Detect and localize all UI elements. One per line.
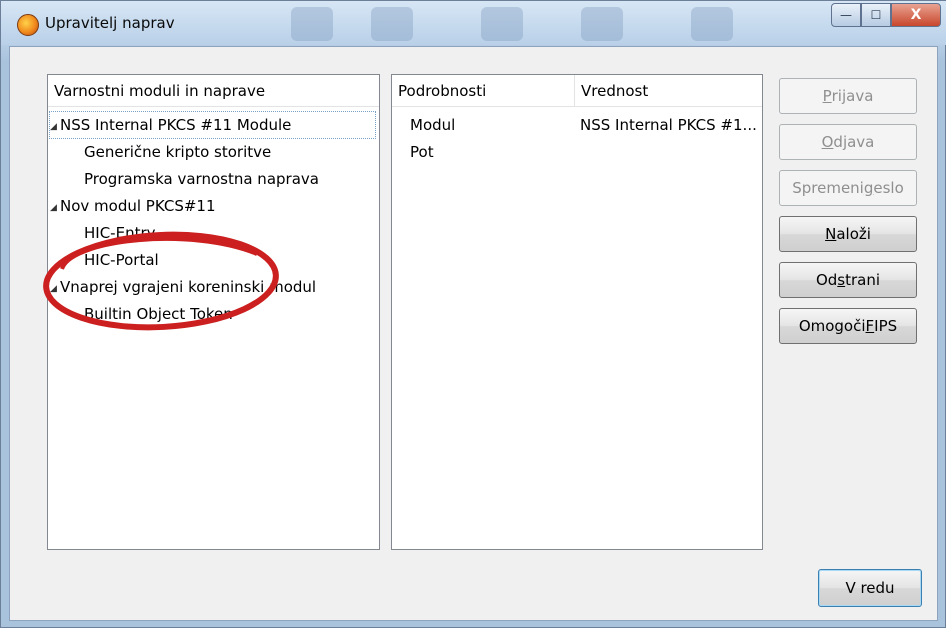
window-controls: — ☐ X — [831, 3, 941, 27]
dialog-client-area: Varnostni moduli in naprave ◢ NSS Interna… — [9, 46, 938, 621]
details-table[interactable]: Podrobnosti Vrednost Modul NSS Internal … — [391, 74, 763, 550]
background-blur — [291, 7, 333, 41]
maximize-icon: ☐ — [870, 8, 882, 22]
background-blur — [581, 7, 623, 41]
details-column-header[interactable]: Podrobnosti — [392, 75, 574, 107]
detail-key: Modul — [410, 116, 456, 134]
tree-item-new-pkcs11-module[interactable]: ◢ Nov modul PKCS#11 — [50, 193, 216, 219]
minimize-button[interactable]: — — [831, 3, 861, 27]
expand-triangle-icon[interactable]: ◢ — [50, 195, 60, 221]
background-blur — [481, 7, 523, 41]
change-password-button[interactable]: Spremeni g eslo — [779, 170, 917, 206]
detail-value: NSS Internal PKCS #1... — [580, 116, 757, 134]
tree-item-nss-internal[interactable]: ◢ NSS Internal PKCS #11 Module — [49, 111, 376, 140]
close-button[interactable]: X — [891, 3, 941, 27]
red-annotation-ellipse — [42, 229, 292, 343]
window-title: Upravitelj naprav — [45, 14, 175, 32]
maximize-button[interactable]: ☐ — [861, 3, 891, 27]
tree-item-generic-crypto[interactable]: Generične kripto storitve — [84, 139, 271, 165]
title-bar[interactable]: Upravitelj naprav — ☐ X — [1, 1, 946, 45]
background-blur — [691, 7, 733, 41]
login-button[interactable]: Prijava — [779, 78, 917, 114]
detail-key: Pot — [410, 143, 434, 161]
minimize-icon: — — [840, 8, 852, 22]
expand-triangle-icon[interactable]: ◢ — [50, 114, 60, 140]
tree-item-software-security-device[interactable]: Programska varnostna naprava — [84, 166, 319, 192]
background-blur — [371, 7, 413, 41]
ok-button[interactable]: V redu — [818, 569, 922, 607]
annotation-ellipse-svg — [43, 231, 279, 331]
enable-fips-button[interactable]: Omogoči F IPS — [779, 308, 917, 344]
firefox-icon — [17, 14, 39, 36]
modules-column-header[interactable]: Varnostni moduli in naprave — [48, 75, 379, 107]
remove-button[interactable]: Od s trani — [779, 262, 917, 298]
load-button[interactable]: Naloži — [779, 216, 917, 252]
close-icon: X — [910, 7, 922, 23]
logout-button[interactable]: Odjava — [779, 124, 917, 160]
device-manager-window: Upravitelj naprav — ☐ X Varnostni moduli… — [0, 0, 946, 628]
value-column-header[interactable]: Vrednost — [575, 75, 762, 107]
